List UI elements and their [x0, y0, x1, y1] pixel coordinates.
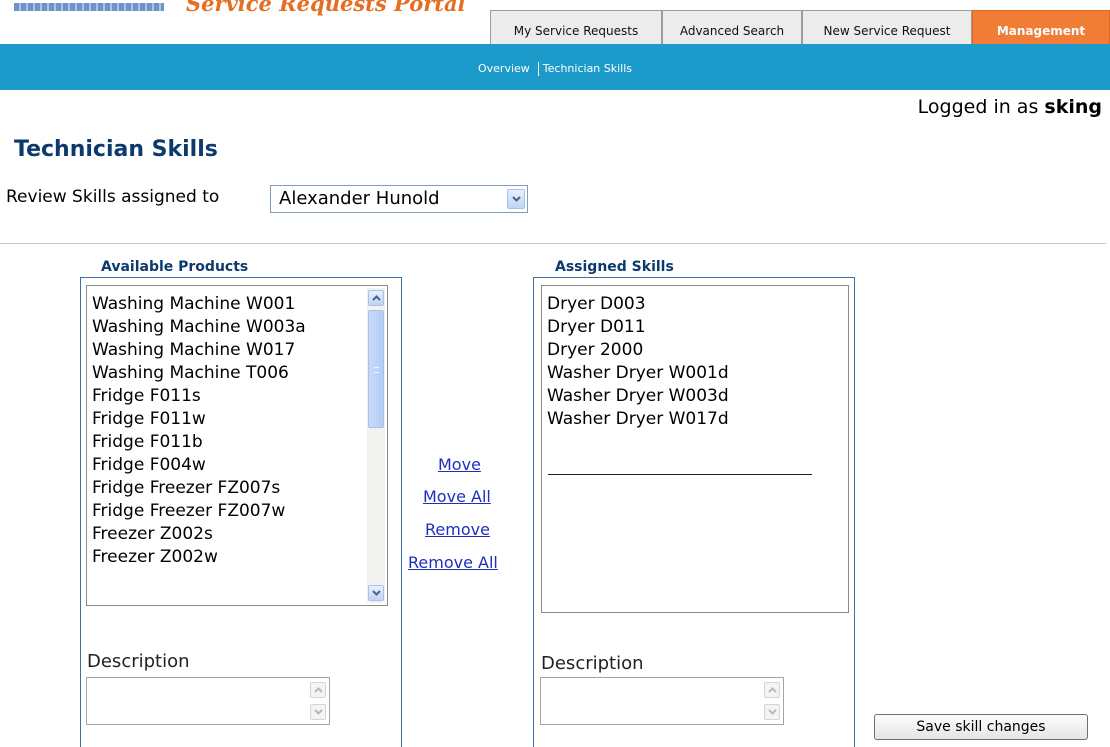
assigned-description-label: Description: [541, 653, 644, 674]
chevron-down-icon[interactable]: [507, 189, 525, 209]
subnav-technician-skills-link[interactable]: Technician Skills: [543, 62, 632, 75]
scroll-down-icon[interactable]: [368, 585, 384, 601]
scroll-down-icon[interactable]: [764, 704, 780, 720]
list-item[interactable]: Washer Dryer W017d: [547, 408, 729, 430]
login-status: Logged in as sking: [918, 96, 1102, 118]
list-item[interactable]: Fridge Freezer FZ007s: [92, 477, 280, 499]
list-item[interactable]: Dryer 2000: [547, 339, 643, 361]
list-item[interactable]: Fridge Freezer FZ007w: [92, 500, 285, 522]
available-products-panel: Washing Machine W001 Washing Machine W00…: [80, 277, 402, 747]
available-description-field[interactable]: [86, 677, 330, 725]
tab-new-service-request[interactable]: New Service Request: [802, 10, 972, 44]
list-item[interactable]: Washing Machine W001: [92, 293, 295, 315]
page-title: Technician Skills: [14, 137, 218, 162]
sub-navigation: Overview Technician Skills: [0, 44, 1110, 90]
list-item[interactable]: Washing Machine W017: [92, 339, 295, 361]
logo-graphic: [14, 3, 164, 11]
scroll-down-icon[interactable]: [310, 704, 326, 720]
list-item[interactable]: Washing Machine T006: [92, 362, 289, 384]
technician-select[interactable]: Alexander Hunold: [270, 185, 528, 213]
assigned-skills-list[interactable]: Dryer D003 Dryer D011 Dryer 2000 Washer …: [541, 285, 849, 613]
assigned-skills-title: Assigned Skills: [555, 259, 674, 275]
list-item[interactable]: Fridge F004w: [92, 454, 206, 476]
login-username: sking: [1044, 96, 1102, 118]
login-prefix: Logged in as: [917, 96, 1039, 118]
list-item[interactable]: Dryer D011: [547, 316, 646, 338]
save-skill-changes-button[interactable]: Save skill changes: [874, 714, 1088, 740]
list-separator: [548, 474, 812, 475]
technician-select-value: Alexander Hunold: [279, 188, 440, 209]
list-item[interactable]: Dryer D003: [547, 293, 646, 315]
scroll-up-icon[interactable]: [310, 682, 326, 698]
move-all-link[interactable]: Move All: [423, 487, 491, 506]
tab-advanced-search[interactable]: Advanced Search: [662, 10, 802, 44]
list-item[interactable]: Fridge F011w: [92, 408, 206, 430]
scroll-up-icon[interactable]: [764, 682, 780, 698]
assigned-skills-panel: Dryer D003 Dryer D011 Dryer 2000 Washer …: [533, 277, 855, 747]
available-list-scrollbar[interactable]: [367, 288, 385, 603]
scrollbar-thumb[interactable]: [368, 310, 384, 428]
list-item[interactable]: Washer Dryer W003d: [547, 385, 729, 407]
move-link[interactable]: Move: [438, 455, 481, 474]
list-item[interactable]: Freezer Z002w: [92, 546, 218, 568]
list-item[interactable]: Fridge F011s: [92, 385, 201, 407]
assigned-description-field[interactable]: [540, 677, 784, 725]
review-skills-label: Review Skills assigned to: [6, 187, 220, 207]
list-item[interactable]: Fridge F011b: [92, 431, 203, 453]
portal-logo: Service Requests Portal: [0, 0, 490, 18]
scroll-up-icon[interactable]: [368, 290, 384, 306]
remove-link[interactable]: Remove: [425, 520, 490, 539]
subnav-overview-link[interactable]: Overview: [478, 62, 530, 75]
available-description-label: Description: [87, 651, 190, 672]
available-products-list[interactable]: Washing Machine W001 Washing Machine W00…: [86, 285, 388, 606]
remove-all-link[interactable]: Remove All: [408, 553, 498, 572]
list-item[interactable]: Washer Dryer W001d: [547, 362, 729, 384]
tab-management[interactable]: Management: [972, 10, 1110, 44]
list-item[interactable]: Freezer Z002s: [92, 523, 213, 545]
description-scrollbar[interactable]: [309, 680, 326, 722]
list-item[interactable]: Washing Machine W003a: [92, 316, 306, 338]
tab-my-service-requests[interactable]: My Service Requests: [490, 10, 662, 44]
portal-title: Service Requests Portal: [186, 0, 466, 16]
subnav-separator: [537, 62, 539, 76]
section-divider: [0, 243, 1106, 244]
available-products-title: Available Products: [101, 259, 249, 275]
description-scrollbar[interactable]: [763, 680, 780, 722]
